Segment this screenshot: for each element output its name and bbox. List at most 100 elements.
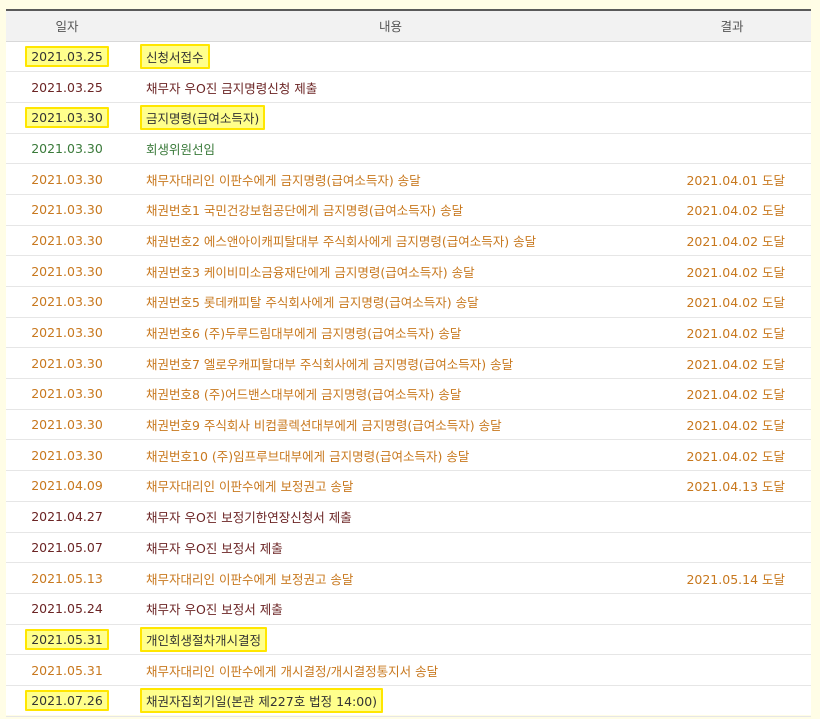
- table-row: 2021.03.30 회생위원선임: [6, 133, 811, 165]
- row-result: 2021.04.02 도달: [686, 295, 785, 311]
- row-result-cell: 2021.04.02 도달: [653, 317, 811, 349]
- row-content: 채무자 우O진 금지명령신청 제출: [146, 80, 318, 96]
- row-result: 2021.04.02 도달: [686, 264, 785, 280]
- row-date-cell: 2021.03.30: [6, 317, 128, 349]
- row-date-cell: 2021.05.31: [6, 624, 128, 656]
- row-content-cell: 개인회생절차개시결정: [128, 624, 653, 656]
- row-result-cell: [653, 624, 811, 656]
- row-date: 2021.03.30: [31, 171, 103, 187]
- row-result-cell: 2021.04.02 도달: [653, 439, 811, 472]
- row-result-cell: [653, 532, 811, 564]
- header-content: 내용: [128, 10, 653, 42]
- row-content: 채권번호6 (주)두루드림대부에게 금지명령(급여소득자) 송달: [146, 326, 462, 342]
- row-date: 2021.05.24: [31, 601, 103, 617]
- row-date: 2021.03.30: [25, 107, 109, 129]
- row-result-cell: 2021.04.02 도달: [653, 347, 811, 380]
- table-row: 2021.05.07 채무자 우O진 보정서 제출: [6, 532, 811, 564]
- table-row: 2021.03.25 채무자 우O진 금지명령신청 제출: [6, 71, 811, 103]
- row-date-cell: 2021.05.07: [6, 532, 128, 564]
- row-result-cell: 2021.04.02 도달: [653, 255, 811, 287]
- table-row: 2021.03.30 채권번호7 엘로우캐피탈대부 주식회사에게 금지명령(급여소…: [6, 347, 811, 380]
- table-header-row: 일자 내용 결과: [6, 10, 811, 42]
- row-date: 2021.05.07: [31, 539, 103, 555]
- table-row: 2021.05.24 채무자 우O진 보정서 제출: [6, 593, 811, 625]
- row-date: 2021.05.13: [31, 570, 103, 586]
- row-date: 2021.03.30: [31, 294, 103, 310]
- row-result-cell: [653, 501, 811, 533]
- row-result-cell: [653, 71, 811, 103]
- row-content: 회생위원선임: [146, 141, 216, 157]
- row-result-cell: [653, 102, 811, 134]
- table-row: 2021.05.31 개인회생절차개시결정: [6, 624, 811, 656]
- table-row: 2021.03.30 채권번호8 (주)어드밴스대부에게 금지명령(급여소득자) …: [6, 378, 811, 410]
- row-result-cell: [653, 41, 811, 73]
- row-date-cell: 2021.03.30: [6, 163, 128, 195]
- row-content-cell: 채권번호2 에스앤아이캐피탈대부 주식회사에게 금지명령(급여소득자) 송달: [128, 225, 653, 257]
- row-result-cell: 2021.05.14 도달: [653, 562, 811, 594]
- table-row: 2021.05.31 채무자대리인 이판수에게 개시결정/개시결정통지서 송달: [6, 654, 811, 686]
- table-row: 2021.03.30 채권번호9 주식회사 비컴콜렉션대부에게 금지명령(급여소득…: [6, 409, 811, 441]
- row-date: 2021.03.30: [31, 386, 103, 402]
- row-content: 채무자대리인 이판수에게 보정권고 송달: [146, 479, 354, 495]
- row-content: 채권번호8 (주)어드밴스대부에게 금지명령(급여소득자) 송달: [146, 387, 462, 403]
- row-result: 2021.04.02 도달: [686, 356, 785, 372]
- row-result-cell: 2021.04.02 도달: [653, 286, 811, 318]
- row-result: 2021.04.02 도달: [686, 448, 785, 464]
- table-body: 2021.03.25 신청서접수 2021.03.25 채무자 우O진 금지명령신청 …: [6, 41, 811, 717]
- row-date-cell: 2021.03.30: [6, 194, 128, 226]
- row-content: 채권번호10 (주)임프루브대부에게 금지명령(급여소득자) 송달: [146, 448, 470, 464]
- row-content: 금지명령(급여소득자): [140, 105, 266, 131]
- row-result-cell: 2021.04.02 도달: [653, 378, 811, 410]
- row-content-cell: 채권번호6 (주)두루드림대부에게 금지명령(급여소득자) 송달: [128, 317, 653, 349]
- case-progress-table: 일자 내용 결과 2021.03.25 신청서접수 2021.03.25 채무자 우O…: [6, 9, 811, 717]
- row-result-cell: 2021.04.02 도달: [653, 409, 811, 441]
- row-content: 채권번호7 엘로우캐피탈대부 주식회사에게 금지명령(급여소득자) 송달: [146, 356, 514, 372]
- row-content: 신청서접수: [140, 43, 210, 69]
- row-content: 채무자대리인 이판수에게 금지명령(급여소득자) 송달: [146, 172, 421, 188]
- row-date-cell: 2021.03.30: [6, 439, 128, 472]
- row-date: 2021.03.30: [31, 417, 103, 433]
- table-row: 2021.04.09 채무자대리인 이판수에게 보정권고 송달 2021.04.13…: [6, 470, 811, 502]
- row-content: 채권번호2 에스앤아이캐피탈대부 주식회사에게 금지명령(급여소득자) 송달: [146, 233, 537, 249]
- row-date: 2021.03.30: [31, 447, 103, 463]
- row-date: 2021.03.25: [25, 45, 109, 67]
- row-result-cell: 2021.04.02 도달: [653, 194, 811, 226]
- row-result-cell: 2021.04.01 도달: [653, 163, 811, 195]
- row-result: 2021.04.02 도달: [686, 387, 785, 403]
- row-date-cell: 2021.05.24: [6, 593, 128, 625]
- row-date-cell: 2021.03.30: [6, 102, 128, 134]
- table-row: 2021.03.30 채무자대리인 이판수에게 금지명령(급여소득자) 송달 202…: [6, 163, 811, 195]
- row-content-cell: 채무자대리인 이판수에게 개시결정/개시결정통지서 송달: [128, 654, 653, 686]
- row-date-cell: 2021.05.31: [6, 654, 128, 686]
- row-content-cell: 회생위원선임: [128, 133, 653, 165]
- table-row: 2021.03.25 신청서접수: [6, 41, 811, 73]
- header-date: 일자: [6, 10, 128, 42]
- row-content: 채권번호5 롯데캐피탈 주식회사에게 금지명령(급여소득자) 송달: [146, 295, 479, 311]
- row-content-cell: 채무자대리인 이판수에게 보정권고 송달: [128, 562, 653, 594]
- row-result-cell: [653, 133, 811, 165]
- row-content: 채권번호3 케이비미소금융재단에게 금지명령(급여소득자) 송달: [146, 264, 475, 280]
- row-content-cell: 채무자대리인 이판수에게 금지명령(급여소득자) 송달: [128, 163, 653, 195]
- row-content: 채무자 우O진 보정서 제출: [146, 540, 283, 556]
- row-date: 2021.03.25: [31, 79, 103, 95]
- row-content: 채무자 우O진 보정기한연장신청서 제출: [146, 510, 352, 526]
- row-date-cell: 2021.03.30: [6, 133, 128, 165]
- row-content-cell: 금지명령(급여소득자): [128, 102, 653, 134]
- row-content-cell: 채무자 우O진 보정서 제출: [128, 593, 653, 625]
- row-date: 2021.04.09: [31, 478, 103, 494]
- row-date-cell: 2021.03.30: [6, 409, 128, 441]
- row-date: 2021.05.31: [31, 662, 103, 678]
- table-row: 2021.05.13 채무자대리인 이판수에게 보정권고 송달 2021.05.14…: [6, 562, 811, 594]
- row-date: 2021.03.30: [31, 232, 103, 248]
- row-content-cell: 채무자 우O진 보정서 제출: [128, 532, 653, 564]
- row-content-cell: 신청서접수: [128, 41, 653, 73]
- row-result-cell: [653, 593, 811, 625]
- case-progress-panel: 일자 내용 결과 2021.03.25 신청서접수 2021.03.25 채무자 우O…: [6, 9, 811, 717]
- row-result: 2021.04.02 도달: [686, 326, 785, 342]
- table-row: 2021.04.27 채무자 우O진 보정기한연장신청서 제출: [6, 501, 811, 533]
- row-content-cell: 채권번호5 롯데캐피탈 주식회사에게 금지명령(급여소득자) 송달: [128, 286, 653, 318]
- row-content-cell: 채권번호3 케이비미소금융재단에게 금지명령(급여소득자) 송달: [128, 255, 653, 287]
- row-date-cell: 2021.03.30: [6, 286, 128, 318]
- table-row: 2021.03.30 금지명령(급여소득자): [6, 102, 811, 134]
- row-content-cell: 채권자집회기일(본관 제227호 법정 14:00): [128, 685, 653, 717]
